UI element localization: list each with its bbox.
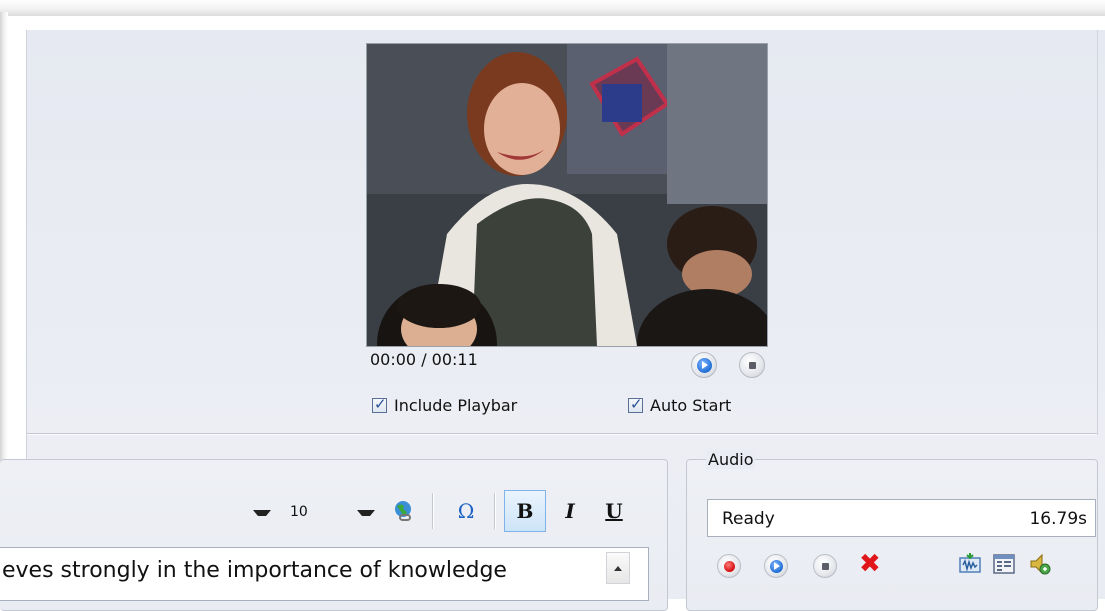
audio-duration: 16.79s [1029,509,1087,529]
window-top-edge [0,0,1105,16]
toolbar-separator [432,493,434,529]
properties-icon[interactable] [992,552,1016,576]
font-size-dropdown-arrow[interactable] [357,510,375,516]
play-icon [769,559,783,573]
auto-start-checkbox[interactable] [628,395,643,413]
symbol-button[interactable]: Ω [445,490,487,532]
stop-button[interactable] [739,352,765,378]
auto-start-label: Auto Start [650,396,732,415]
video-preview[interactable] [366,43,768,347]
section-divider [27,433,1097,435]
toolbar-separator [494,493,496,529]
italic-button[interactable]: I [549,490,591,532]
audio-group-title: Audio [706,450,756,469]
stop-icon [821,562,829,570]
time-display: 00:00 / 00:11 [370,350,478,369]
record-icon [723,560,735,572]
record-button[interactable] [717,554,741,578]
stop-icon [748,361,756,369]
waveform-edit-icon[interactable] [958,552,982,576]
include-playbar-label: Include Playbar [394,396,518,415]
play-icon [696,357,712,373]
app-window: 00:00 / 00:11 Include Playbar Auto Start… [0,0,1105,611]
audio-status-field: Ready 16.79s [707,499,1096,537]
globe-link-icon [395,501,411,521]
hyperlink-button[interactable] [383,490,425,532]
auto-start-option[interactable]: Auto Start [628,395,732,415]
audio-stop-button[interactable] [813,554,837,578]
include-playbar-option[interactable]: Include Playbar [372,395,518,415]
speaker-settings-icon[interactable] [1027,552,1051,576]
font-name-dropdown-arrow[interactable] [253,510,271,516]
scroll-up-button[interactable] [606,552,630,584]
video-frame-image [367,44,767,346]
delete-audio-icon[interactable]: ✖ [859,551,881,577]
caption-text-area[interactable]: eves strongly in the importance of knowl… [0,547,649,601]
include-playbar-checkbox[interactable] [372,395,387,413]
audio-play-button[interactable] [764,554,788,578]
bold-button[interactable]: B [504,490,546,532]
audio-status-text: Ready [722,509,775,529]
font-size-value[interactable]: 10 [290,504,308,520]
caption-text: eves strongly in the importance of knowl… [2,558,507,583]
play-button[interactable] [691,352,717,378]
underline-button[interactable]: U [593,490,635,532]
panel-right-edge [1097,30,1098,435]
